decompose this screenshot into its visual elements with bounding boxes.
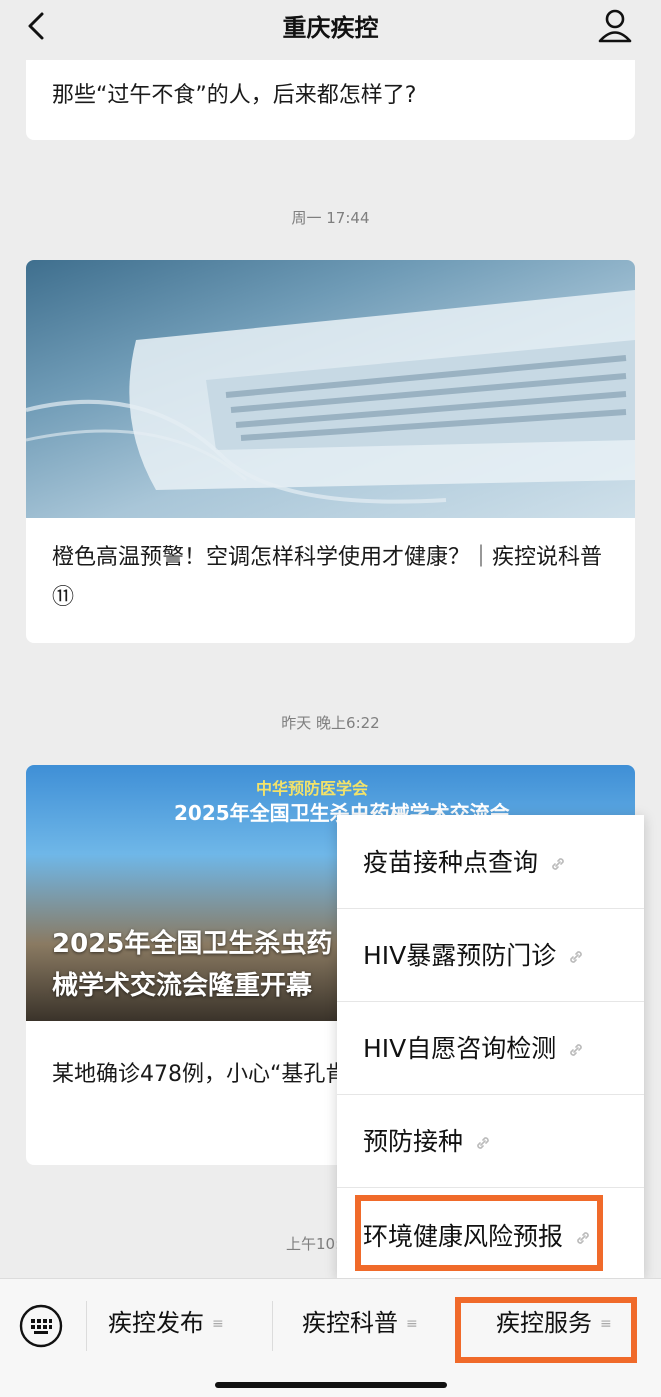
menu-item-vaccination[interactable]: 预防接种 [337,1094,644,1188]
service-menu-popup: 疫苗接种点查询 HIV暴露预防门诊 HIV自愿咨询检测 预防接种 环境健康风险预… [337,815,644,1278]
home-indicator[interactable] [215,1382,447,1388]
menu-item-vaccine-site[interactable]: 疫苗接种点查询 [337,815,644,909]
bottom-menu-bar: 疾控发布 ≡ 疾控科普 ≡ 疾控服务 ≡ [0,1278,661,1397]
message-time: 周一 17:44 [291,209,370,227]
menu-lines-icon: ≡ [406,1316,418,1332]
header-bar: 重庆疾控 [0,0,661,60]
banner-organization: 中华预防医学会 [256,779,369,798]
message-time: 昨天 晚上6:22 [281,714,380,732]
link-icon [552,858,564,870]
person-icon[interactable] [594,4,636,46]
message-time: 上午10: [286,1235,341,1253]
article-title: 某地确诊478例，小心“基孔肯雅热”，由蚊子传播的“关节痛热”！ [52,1062,352,1087]
article-title: 那些“过午不食”的人，后来都怎样了? [52,83,417,108]
menu-lines-icon: ≡ [212,1316,224,1332]
keyboard-icon[interactable] [18,1303,64,1349]
air-conditioner-illustration [26,290,635,504]
tab-cdc-science[interactable]: 疾控科普 ≡ [302,1303,418,1349]
article-title: 橙色高温预警！空调怎样科学使用才健康？｜疾控说科普⑪ [52,545,603,610]
article-card[interactable]: 橙色高温预警！空调怎样科学使用才健康？｜疾控说科普⑪ [26,260,635,643]
menu-item-hiv-vct[interactable]: HIV自愿咨询检测 [337,1001,644,1095]
air-conditioner-image [26,260,635,518]
tab-cdc-release[interactable]: 疾控发布 ≡ [108,1303,224,1349]
link-icon [477,1137,489,1149]
link-icon [570,1044,583,1056]
link-icon [570,951,583,963]
divider [86,1301,87,1351]
article-card[interactable]: 那些“过午不食”的人，后来都怎样了? [26,58,635,140]
divider [272,1301,273,1351]
image-caption: 2025年全国卫生杀虫药械学术交流会隆重开幕 [52,929,333,1001]
highlight-box [455,1297,637,1363]
highlight-box [355,1195,603,1271]
page-title: 重庆疾控 [282,14,379,42]
menu-item-hiv-pep-clinic[interactable]: HIV暴露预防门诊 [337,908,644,1002]
